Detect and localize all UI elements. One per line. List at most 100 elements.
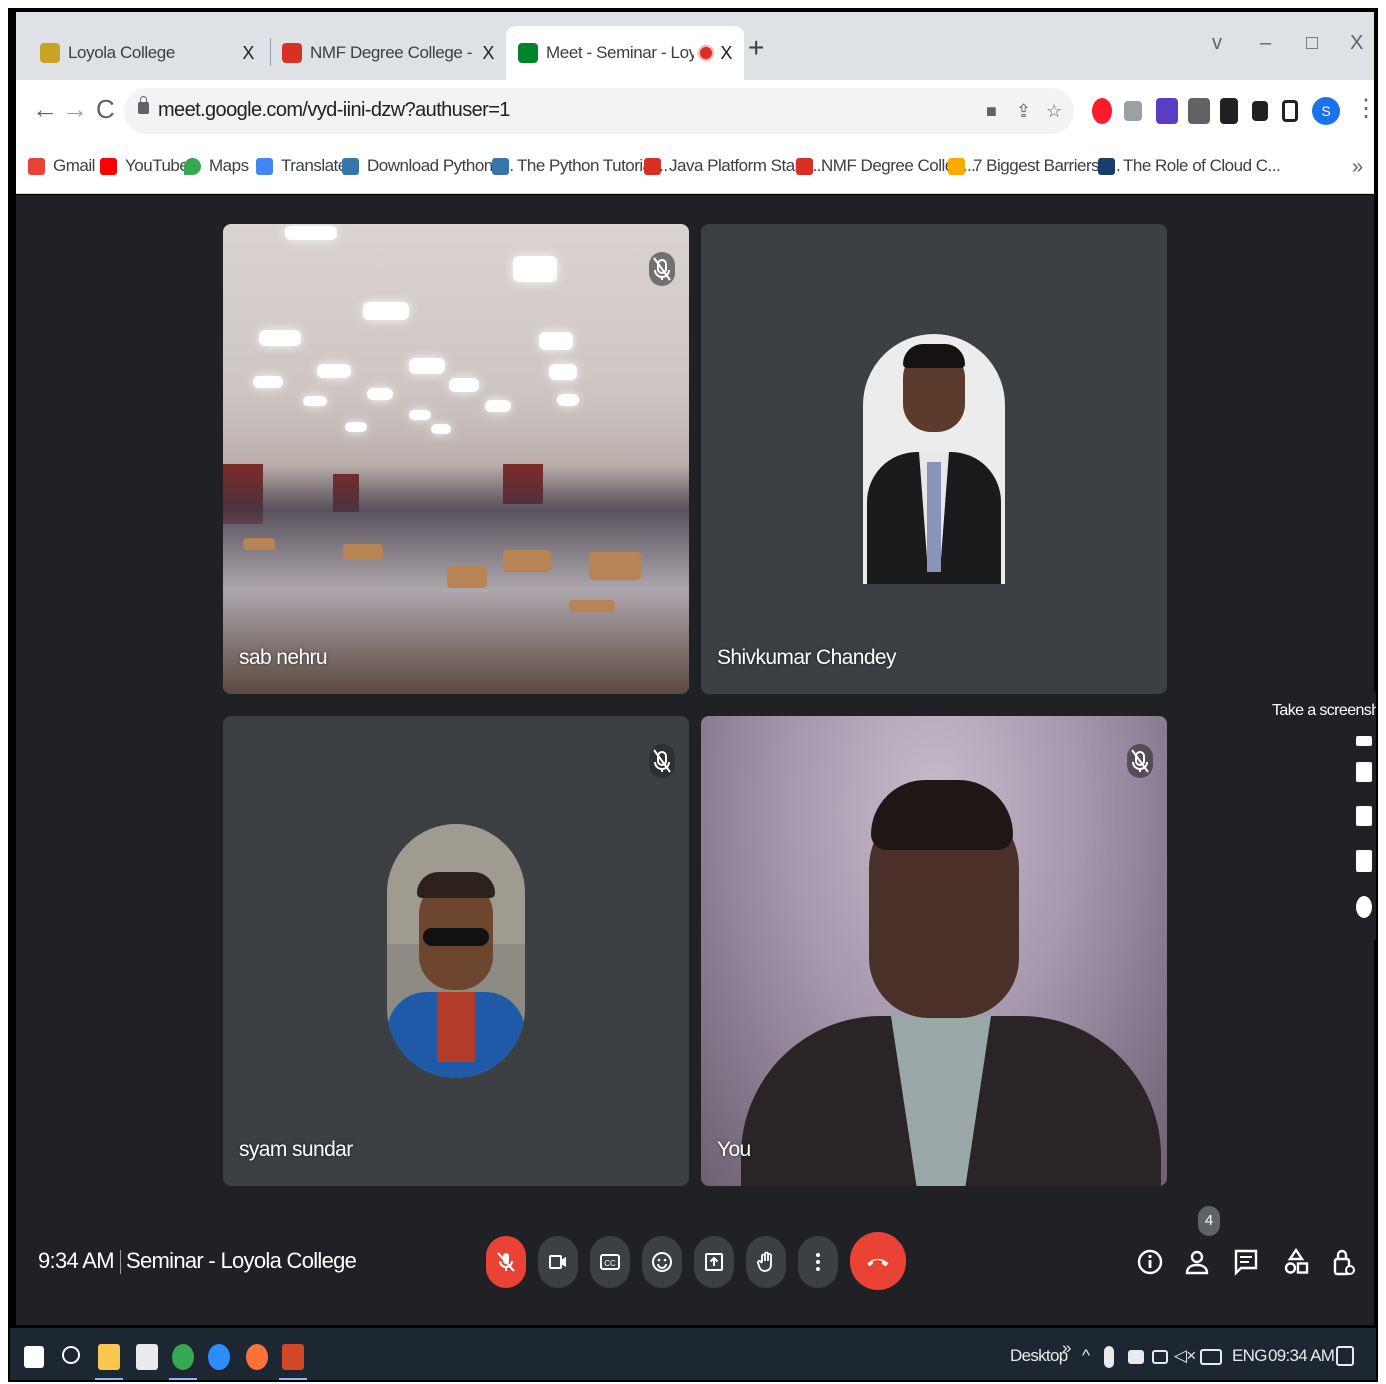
camera-button[interactable] [538, 1236, 578, 1288]
tab-nmf-degree-college[interactable]: NMF Degree College - Nirmala M X [270, 26, 506, 80]
present-button[interactable] [694, 1236, 734, 1288]
bookmark-translate[interactable]: Translate [256, 156, 347, 176]
participant-tile-sab-nehru[interactable]: sab nehru [223, 224, 689, 694]
host-controls-button[interactable] [1328, 1244, 1360, 1280]
captions-button[interactable]: CC [590, 1236, 630, 1288]
more-bookmarks-icon[interactable]: » [1352, 156, 1363, 179]
participant-name: Shivkumar Chandey [717, 646, 897, 669]
python-icon [342, 157, 359, 175]
show-hidden-icons-icon[interactable]: ^ [1082, 1346, 1090, 1366]
microphone-icon[interactable] [1104, 1346, 1114, 1368]
extension-blocked-icon[interactable] [1220, 98, 1238, 124]
windows-start-icon[interactable] [24, 1346, 44, 1368]
settings-gear-icon[interactable] [1356, 896, 1372, 918]
share-icon[interactable]: ⇪ [1016, 101, 1031, 122]
network-icon[interactable] [1152, 1350, 1168, 1364]
nmf-favicon-icon [282, 43, 302, 63]
extension-5-icon[interactable] [1156, 98, 1178, 124]
present-screen-icon [705, 1253, 723, 1271]
volume-muted-icon[interactable]: ◁× [1174, 1346, 1196, 1366]
mic-off-icon [497, 1252, 515, 1272]
touch-keyboard-icon[interactable] [1200, 1349, 1222, 1365]
participant-tile-syam-sundar[interactable]: syam sundar [223, 716, 689, 1186]
close-window-icon[interactable]: X [1350, 32, 1363, 55]
battery-icon[interactable] [1128, 1350, 1144, 1364]
translate-icon [256, 157, 273, 175]
meet-stage: sab nehru Shivkumar Chandey syam sundar … [16, 195, 1374, 1325]
bookmarks-bar: Gmail YouTube Maps Translate Download Py… [16, 142, 1374, 194]
reload-icon[interactable]: C [96, 94, 115, 125]
participant-count-badge: 4 [1198, 1206, 1220, 1236]
camera-in-use-icon[interactable]: ■ [986, 101, 997, 122]
participant-name: sab nehru [239, 646, 328, 669]
chrome-icon[interactable] [172, 1344, 194, 1370]
camera-icon[interactable] [1356, 762, 1372, 782]
gmail-icon [28, 157, 45, 175]
bookmark-gmail[interactable]: Gmail [28, 156, 95, 176]
restore-icon[interactable]: □ [1306, 32, 1318, 55]
new-tab-button[interactable]: + [748, 32, 764, 64]
bookmark-7-biggest-barriers[interactable]: 7 Biggest Barriers t... [948, 156, 1121, 176]
bookmark-star-icon[interactable]: ☆ [1046, 101, 1062, 122]
bookmark-maps[interactable]: Maps [184, 156, 249, 176]
tab-title: Meet - Seminar - Loyola Col [546, 43, 695, 62]
minimize-icon[interactable]: – [1260, 32, 1271, 55]
tab-meet-seminar[interactable]: Meet - Seminar - Loyola Col X [506, 26, 744, 80]
search-icon[interactable] [62, 1346, 80, 1364]
tab-search-icon[interactable]: v [1212, 32, 1222, 55]
video-record-icon[interactable] [1356, 806, 1372, 826]
chat-icon [1234, 1249, 1258, 1276]
meeting-title: Seminar - Loyola College [126, 1248, 357, 1273]
tab-close-icon[interactable]: X [482, 43, 494, 64]
copy-icon[interactable] [1356, 850, 1372, 872]
camera-extension-icon[interactable] [1124, 101, 1142, 121]
chat-button[interactable] [1230, 1244, 1262, 1280]
bookmark-download-python[interactable]: Download Python |... [342, 156, 514, 176]
activities-button[interactable] [1280, 1244, 1312, 1280]
browser-menu-icon[interactable]: ⋮ [1354, 94, 1376, 123]
extension-1-icon[interactable] [1188, 98, 1210, 124]
tab-loyola-college[interactable]: Loyola College X [28, 26, 266, 80]
reactions-button[interactable] [642, 1236, 682, 1288]
divider [120, 1250, 121, 1274]
zoom-icon[interactable] [208, 1344, 230, 1370]
more-options-button[interactable] [798, 1236, 838, 1288]
file-explorer-icon[interactable] [98, 1344, 120, 1370]
muted-icon [649, 252, 675, 286]
raise-hand-button[interactable] [746, 1236, 786, 1288]
address-bar[interactable]: meet.google.com/vyd-iini-dzw?authuser=1 … [124, 88, 1074, 134]
back-icon[interactable]: ← [32, 94, 58, 125]
active-indicator [169, 1378, 197, 1380]
side-panel-icon[interactable] [1282, 100, 1298, 122]
firefox-icon[interactable] [246, 1344, 268, 1370]
tab-close-icon[interactable]: X [242, 43, 254, 64]
meeting-details-button[interactable] [1134, 1244, 1166, 1280]
opera-extension-icon[interactable] [1092, 98, 1112, 124]
people-button[interactable] [1182, 1244, 1214, 1280]
bookmark-python-tutorial[interactable]: The Python Tutorial... [492, 156, 668, 176]
muted-icon [649, 744, 675, 778]
url-text[interactable]: meet.google.com/vyd-iini-dzw?authuser=1 [158, 99, 510, 122]
desktop-toolbar-label[interactable]: Desktop [1010, 1346, 1068, 1366]
extensions-puzzle-icon[interactable] [1252, 101, 1268, 121]
participant-tile-you[interactable]: You [701, 716, 1167, 1186]
leave-call-button[interactable] [850, 1232, 906, 1290]
participant-avatar [387, 824, 525, 1078]
tab-close-icon[interactable]: X [720, 43, 732, 64]
bookmark-role-of-cloud[interactable]: The Role of Cloud C... [1098, 156, 1281, 176]
active-indicator [95, 1378, 123, 1380]
taskbar-clock[interactable]: 09:34 AM [1268, 1346, 1335, 1366]
store-icon[interactable] [136, 1344, 158, 1370]
mic-off-button[interactable] [486, 1236, 526, 1288]
forward-icon[interactable]: → [62, 94, 88, 125]
info-icon [1137, 1249, 1163, 1275]
notifications-icon[interactable] [1336, 1346, 1354, 1366]
powerpoint-icon[interactable] [282, 1344, 304, 1370]
bookmark-youtube[interactable]: YouTube [100, 156, 189, 176]
input-language[interactable]: ENG [1232, 1346, 1267, 1366]
lock-icon[interactable] [138, 96, 149, 114]
drag-handle-icon[interactable] [1356, 736, 1372, 746]
toolbar-expand-icon[interactable]: » [1062, 1338, 1071, 1358]
participant-tile-shivkumar-chandey[interactable]: Shivkumar Chandey [701, 224, 1167, 694]
profile-avatar[interactable]: S [1312, 97, 1340, 125]
